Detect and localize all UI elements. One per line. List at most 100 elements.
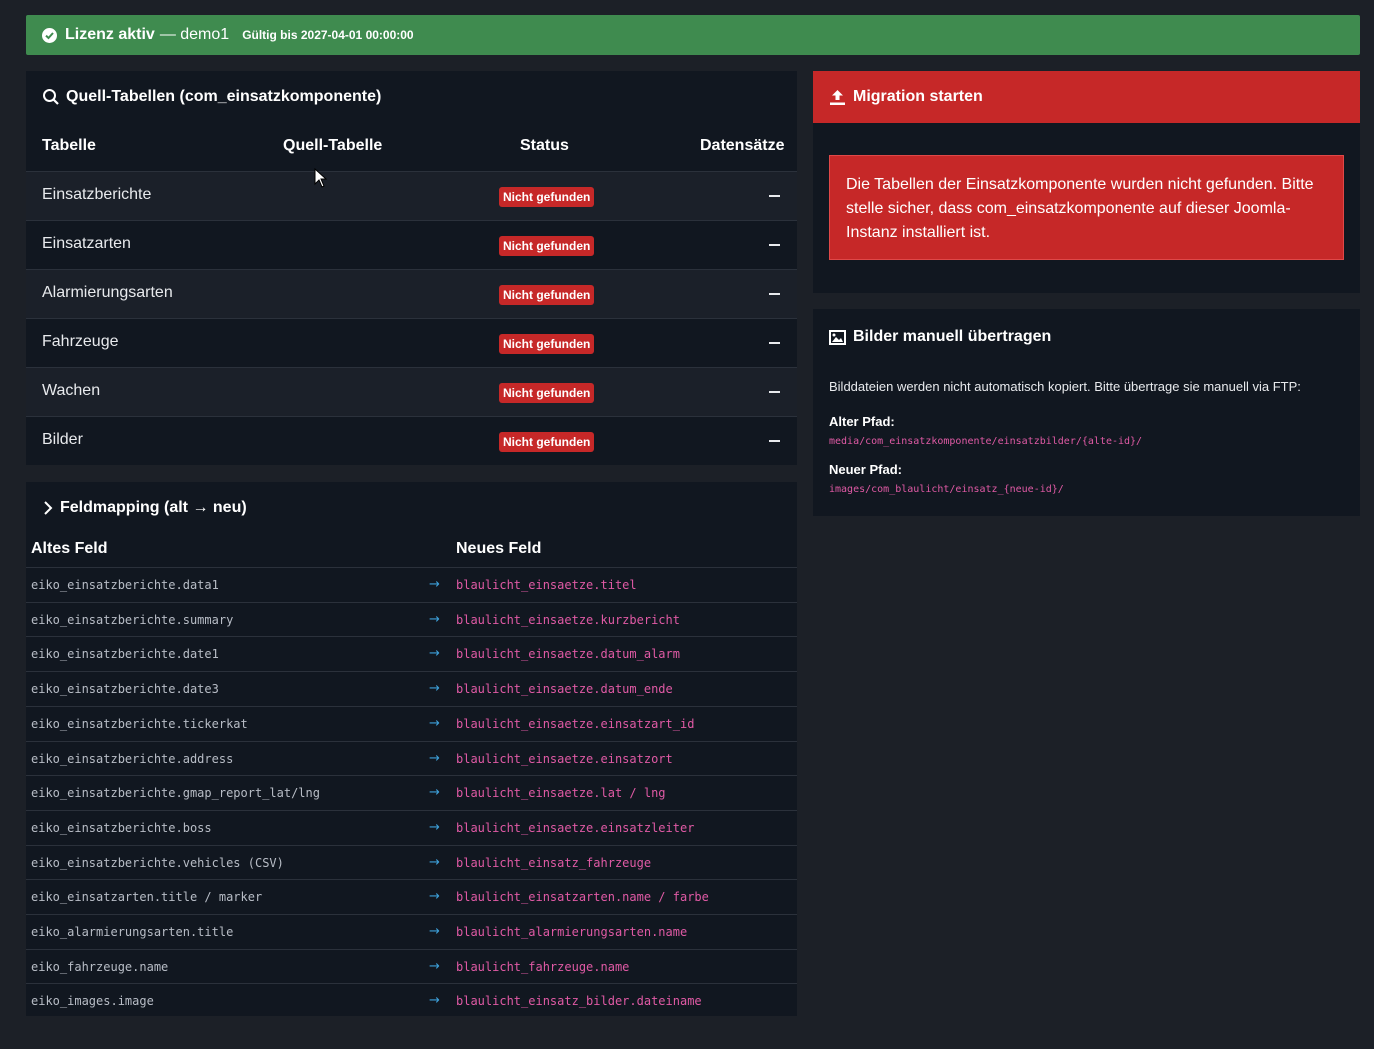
mapping-row: eiko_alarmierungsarten.title → blaulicht_a… [26, 914, 797, 949]
arrow-right-icon: → [429, 681, 440, 697]
source-table-row: Alarmierungsarten Nicht gefunden [26, 269, 797, 318]
source-table-row: Wachen Nicht gefunden [26, 367, 797, 416]
record-count-dash [769, 342, 780, 344]
record-count-dash [769, 293, 780, 295]
new-field: blaulicht_einsatz_bilder.dateiname [456, 994, 702, 1009]
old-path-label: Alter Pfad: [829, 414, 895, 429]
arrow-right-icon: → [429, 715, 440, 731]
col-altes-feld: Altes Feld [31, 540, 108, 557]
mouse-cursor-icon [314, 168, 328, 188]
old-field: eiko_einsatzberichte.date1 [31, 647, 219, 662]
old-field: eiko_images.image [31, 994, 154, 1009]
check-circle-icon [42, 27, 57, 43]
arrow-right-icon: → [429, 924, 440, 939]
image-icon [829, 329, 846, 345]
images-title-text: Bilder manuell übertragen [853, 328, 1052, 345]
mapping-row: eiko_fahrzeuge.name → blaulicht_fahrzeuge.… [26, 948, 797, 984]
old-field: eiko_fahrzeuge.name [31, 959, 169, 974]
status-badge: Nicht gefunden [499, 236, 595, 256]
mapping-row: eiko_images.image → blaulicht_einsatz_bild… [26, 983, 797, 1018]
old-field: eiko_alarmierungsarten.title [31, 925, 234, 939]
old-field: eiko_einsatzberichte.boss [31, 820, 212, 835]
status-badge: Nicht gefunden [499, 334, 595, 354]
col-quell-tabelle: Quell-Tabelle [283, 137, 383, 154]
mapping-row: eiko_einsatzberichte.data1 → blaulicht_ein… [26, 567, 797, 602]
migration-card: Migration starten Die Tabellen der Einsa… [813, 71, 1360, 293]
upload-icon [830, 89, 845, 105]
migration-header[interactable]: Migration starten [813, 71, 1360, 123]
status-badge: Nicht gefunden [499, 432, 595, 452]
new-field: blaulicht_einsatz_fahrzeuge [456, 855, 652, 870]
new-field: blaulicht_einsaetze.kurzbericht [456, 612, 680, 627]
col-status: Status [520, 137, 569, 154]
mapping-row: eiko_einsatzberichte.boss → blaulicht_eins… [26, 809, 797, 845]
new-field: blaulicht_einsaetze.einsatzort [456, 751, 673, 766]
table-name: Einsatzarten [42, 235, 131, 252]
search-icon [43, 89, 59, 105]
table-name: Alarmierungsarten [42, 284, 173, 301]
mapping-row: eiko_einsatzberichte.vehicles (CSV) → blau… [26, 844, 797, 880]
record-count-dash [769, 195, 780, 197]
mapping-row: eiko_einsatzberichte.tickerkat → blaulicht… [26, 705, 797, 741]
status-badge: Nicht gefunden [499, 383, 595, 403]
arrow-right-icon: → [429, 577, 440, 592]
field-mapping-toggle[interactable]: Feldmapping (alt → neu) [42, 499, 247, 517]
mapping-row: eiko_einsatzberichte.date3 → blaulicht_ein… [26, 671, 797, 706]
migration-title-text: Migration starten [853, 88, 983, 105]
status-badge: Nicht gefunden [499, 285, 595, 305]
new-field: blaulicht_einsaetze.datum_ende [456, 682, 673, 697]
chevron-right-icon [44, 501, 53, 515]
record-count-dash [769, 440, 780, 442]
license-user: — demo1 [159, 26, 230, 43]
table-name: Wachen [42, 382, 101, 399]
new-path-value: images/com_blaulicht/einsatz_{neue-id}/ [829, 484, 1064, 495]
new-field: blaulicht_einsaetze.datum_alarm [456, 647, 680, 662]
old-field: eiko_einsatzberichte.gmap_report_lat/lng [31, 786, 320, 801]
new-field: blaulicht_alarmierungsarten.name [456, 925, 688, 939]
source-table-header: Tabelle Quell-Tabelle Status Datensätze [26, 137, 797, 171]
source-table-row: Einsatzarten Nicht gefunden [26, 220, 797, 269]
source-table-row: Einsatzberichte Nicht gefunden [26, 171, 797, 220]
source-table-row: Fahrzeuge Nicht gefunden [26, 318, 797, 367]
new-field: blaulicht_fahrzeuge.name [456, 959, 630, 974]
record-count-dash [769, 391, 780, 393]
table-name: Bilder [42, 431, 83, 448]
new-field: blaulicht_einsaetze.einsatzart_id [456, 716, 695, 731]
images-card: Bilder manuell übertragen Bilddateien we… [813, 309, 1360, 516]
new-field: blaulicht_einsaetze.einsatzleiter [456, 820, 695, 835]
migration-alert: Die Tabellen der Einsatzkomponente wurde… [829, 155, 1344, 260]
old-field: eiko_einsatzarten.title / marker [31, 890, 263, 905]
table-name: Fahrzeuge [42, 333, 119, 350]
status-badge: Nicht gefunden [499, 187, 595, 207]
col-datensaetze: Datensätze [700, 137, 785, 154]
arrow-right-icon: → [429, 785, 440, 801]
field-mapping-title: Feldmapping (alt → neu) [60, 499, 247, 516]
new-field: blaulicht_einsaetze.lat / lng [456, 786, 666, 801]
arrow-right-icon: → [429, 750, 440, 766]
migration-title: Migration starten [829, 88, 983, 106]
col-neues-feld: Neues Feld [456, 540, 542, 557]
old-field: eiko_einsatzberichte.data1 [31, 578, 219, 592]
new-path-label: Neuer Pfad: [829, 462, 902, 477]
arrow-right-icon: → [429, 958, 440, 974]
mapping-row: eiko_einsatzberichte.address → blaulicht_e… [26, 740, 797, 776]
arrow-right-icon: → [429, 819, 440, 835]
new-field: blaulicht_einsatzarten.name / farbe [456, 890, 709, 905]
source-table-row: Bilder Nicht gefunden [26, 416, 797, 465]
old-field: eiko_einsatzberichte.date3 [31, 682, 219, 697]
source-tables-title-text: Quell-Tabellen (com_einsatzkomponente) [66, 88, 382, 105]
old-field: eiko_einsatzberichte.vehicles (CSV) [31, 855, 284, 870]
mapping-row: eiko_einsatzberichte.gmap_report_lat/lng… [26, 775, 797, 810]
old-path-value: media/com_einsatzkomponente/einsatzbilde… [829, 436, 1143, 447]
mapping-row: eiko_einsatzarten.title / marker → blaulic… [26, 879, 797, 914]
license-title: Lizenz aktiv [65, 26, 155, 43]
mapping-row: eiko_einsatzberichte.summary → blaulicht_e… [26, 601, 797, 637]
license-valid-until: Gültig bis 2027-04-01 00:00:00 [242, 28, 414, 42]
mapping-table-header: Altes Feld Neues Feld [26, 540, 797, 568]
license-banner: Lizenz aktiv — demo1 Gültig bis 2027-04-… [26, 15, 1360, 55]
images-title: Bilder manuell übertragen [829, 328, 1051, 346]
old-field: eiko_einsatzberichte.address [31, 751, 234, 766]
source-tables-title: Quell-Tabellen (com_einsatzkomponente) [42, 88, 381, 106]
arrow-right-icon: → [429, 611, 440, 627]
col-tabelle: Tabelle [42, 137, 96, 154]
